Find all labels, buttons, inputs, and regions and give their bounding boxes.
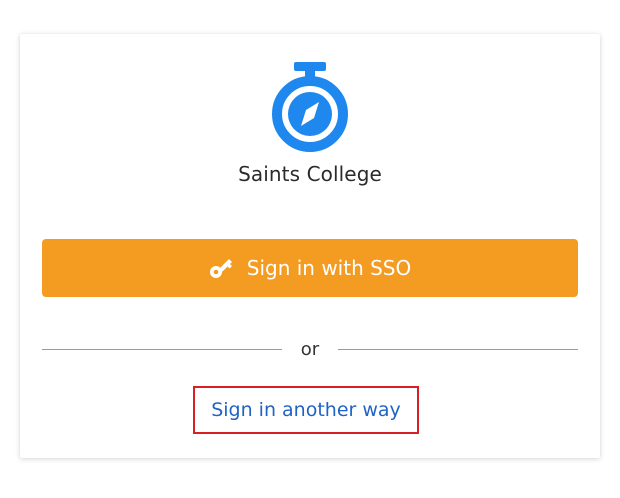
alt-signin-highlight: Sign in another way	[193, 386, 419, 434]
divider-line-right	[338, 348, 578, 350]
sign-in-sso-button[interactable]: Sign in with SSO	[42, 239, 578, 297]
sign-in-another-way-link[interactable]: Sign in another way	[211, 399, 401, 421]
or-text: or	[300, 338, 320, 360]
compass-stopwatch-logo-icon	[272, 62, 348, 152]
sign-in-sso-label: Sign in with SSO	[246, 256, 412, 280]
sign-in-card: Saints College Sign in with SSO or Sign …	[20, 34, 600, 458]
page: Saints College Sign in with SSO or Sign …	[0, 0, 620, 498]
divider-line-left	[42, 348, 282, 350]
college-name: Saints College	[238, 162, 382, 186]
key-icon	[209, 256, 235, 280]
or-divider: or	[42, 334, 578, 364]
